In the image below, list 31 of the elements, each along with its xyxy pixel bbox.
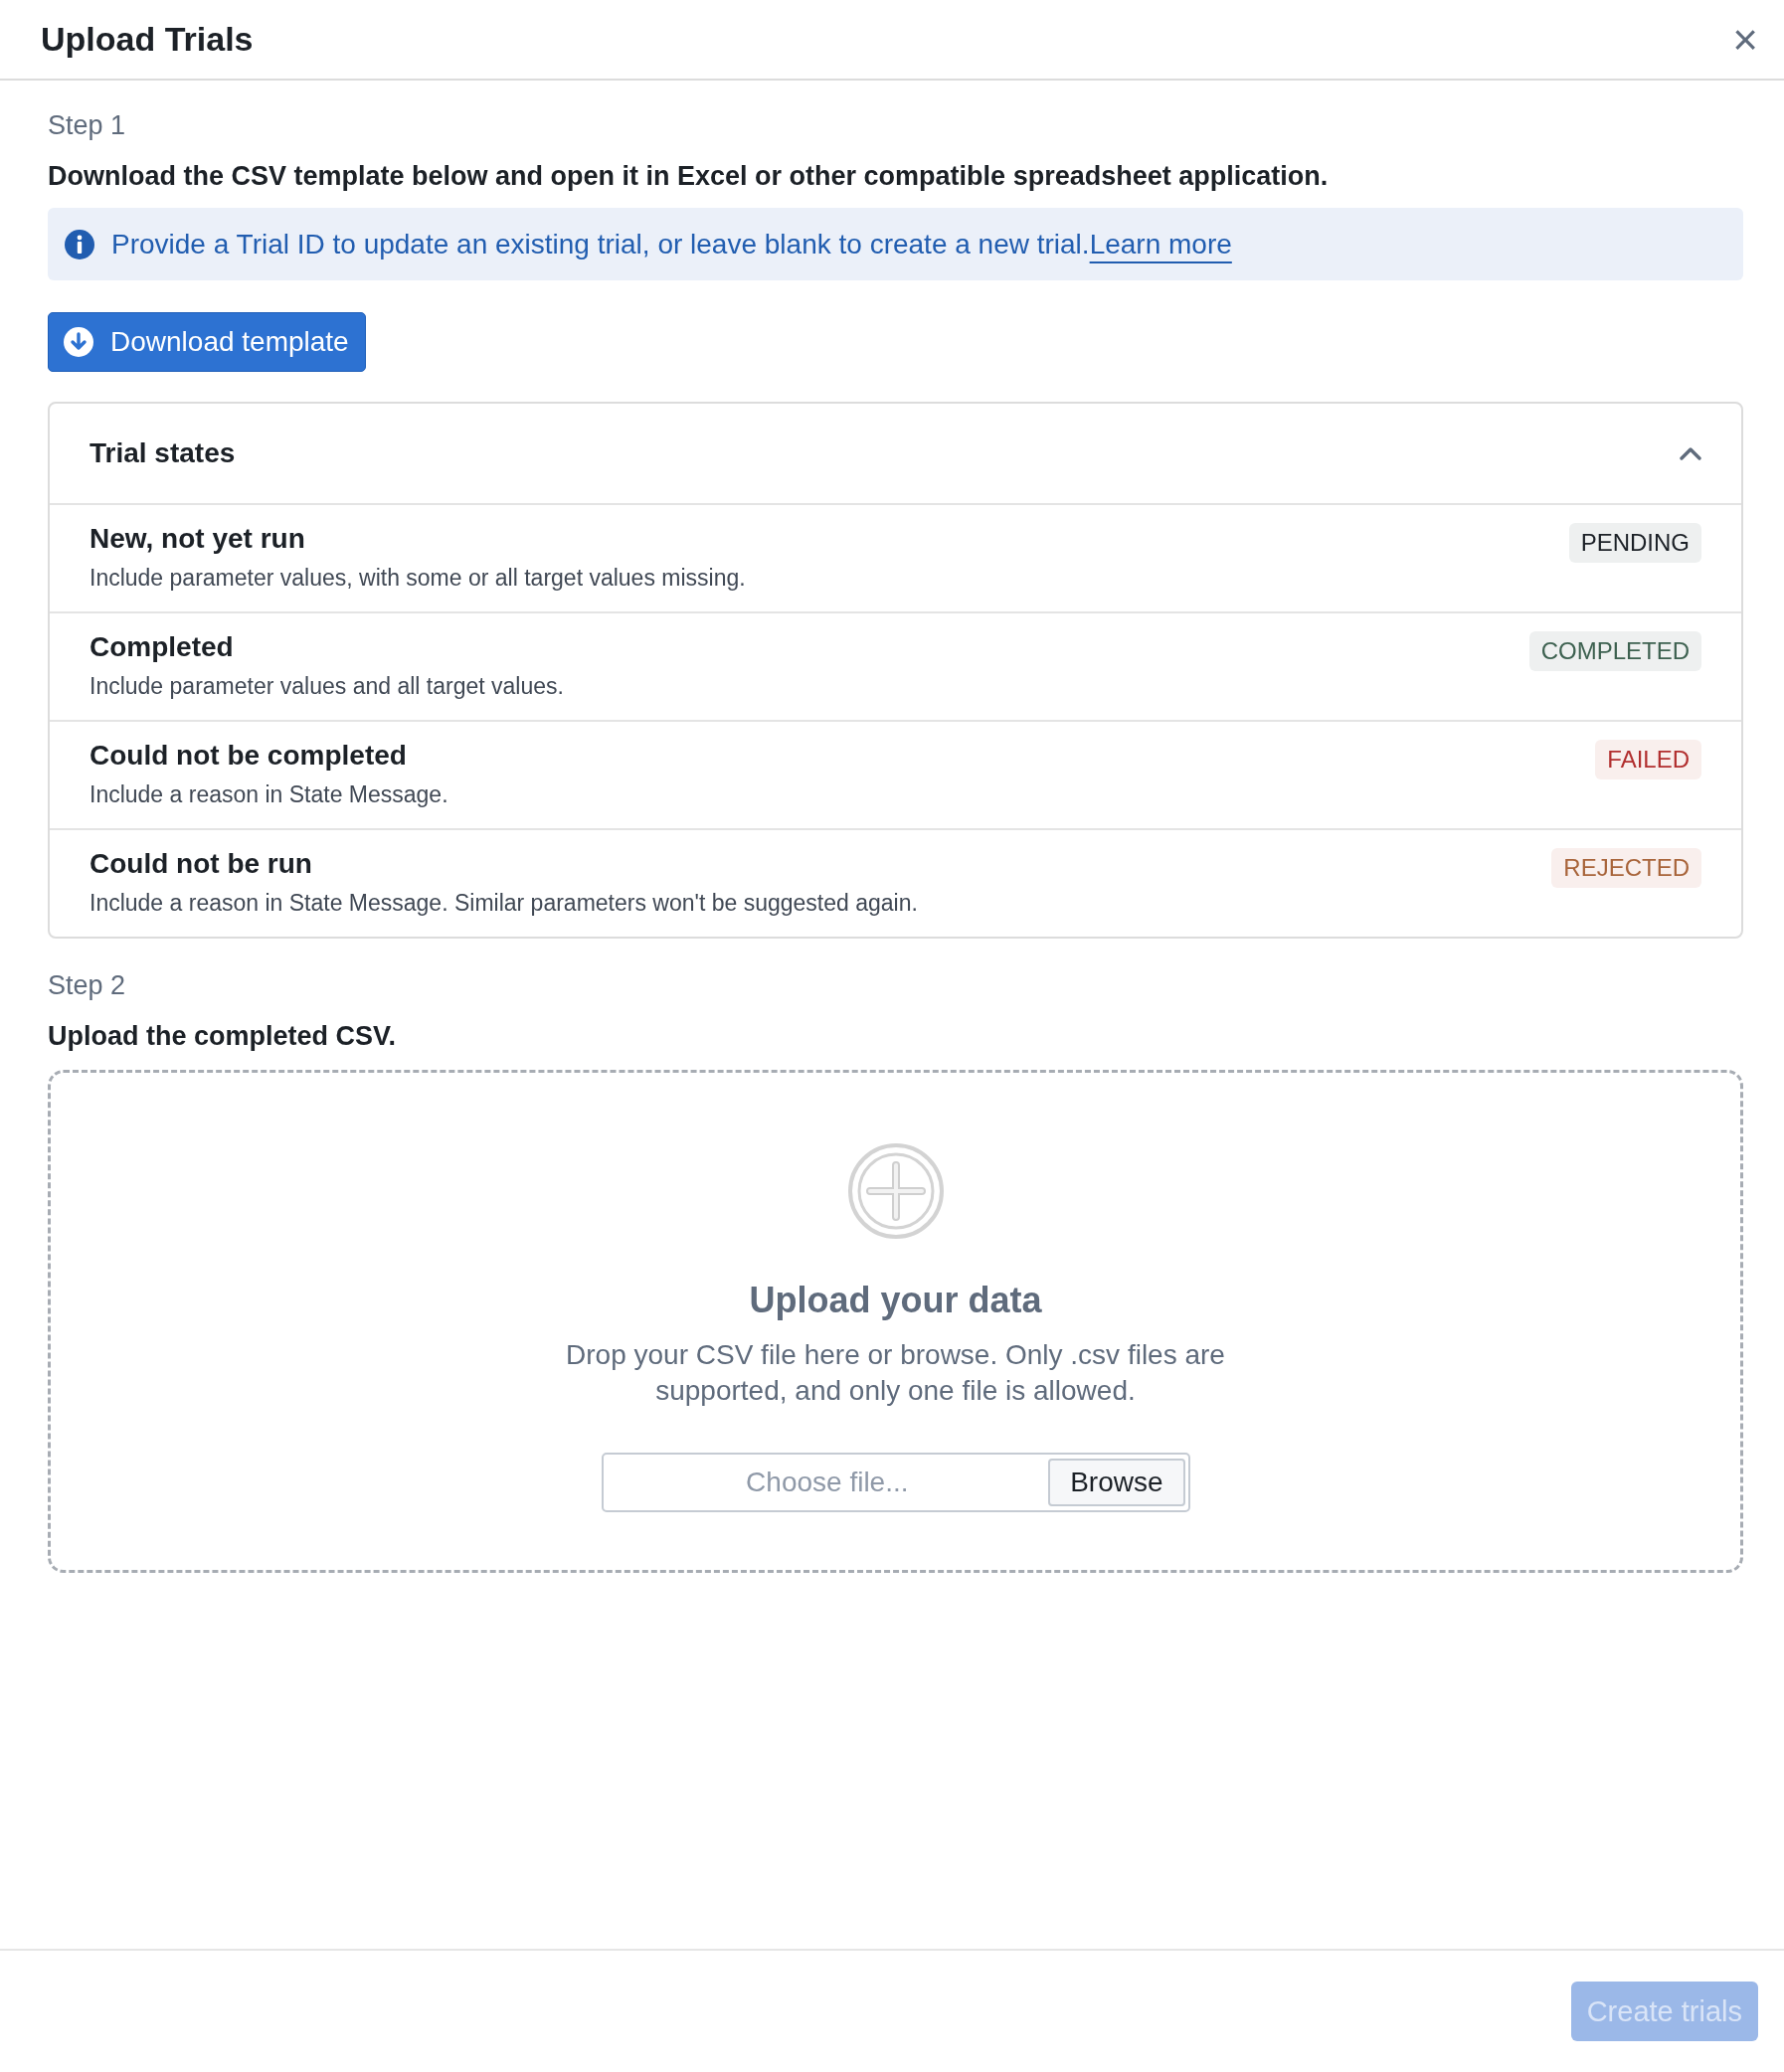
step-label: Step 2 — [48, 970, 127, 1001]
state-title: New, not yet run — [89, 523, 306, 555]
info-text: Provide a Trial ID to update an existing trial, or leave blank to create a new trial.Learn more — [111, 228, 1232, 260]
file-field[interactable]: Choose file... Browse — [601, 1453, 1190, 1512]
dialog-title: Upload Trials — [41, 20, 254, 59]
state-title: Completed — [89, 631, 235, 663]
download-icon — [63, 326, 94, 358]
trial-states-header[interactable]: Trial states — [50, 404, 1741, 503]
download-template-button[interactable]: Download template — [48, 312, 366, 372]
state-description: Include parameter values, with some or all target values missing. — [89, 565, 746, 592]
learn-more-link[interactable]: Learn more — [1089, 228, 1232, 259]
state-tag: COMPLETED — [1528, 631, 1701, 671]
state-description: Include a reason in State Message. Similar parameters won't be suggested again. — [89, 890, 918, 917]
state-tag: FAILED — [1595, 740, 1701, 779]
dropzone-title: Upload your data — [749, 1280, 1042, 1321]
info-icon — [64, 228, 95, 260]
state-tag: PENDING — [1568, 523, 1701, 563]
upload-dropzone[interactable]: Upload your data Drop your CSV file here or browse. Only .csv files are supported, and only one file is allowed. Choose file... Browse — [48, 1070, 1743, 1573]
step-label: Step 1 — [48, 110, 127, 141]
plus-circle-icon — [846, 1142, 945, 1240]
dropzone-text: Drop your CSV file here or browse. Only .csv files are supported, and only one file is allowed. — [565, 1338, 1226, 1408]
state-tag: REJECTED — [1551, 848, 1701, 888]
state-title: Could not be completed — [89, 740, 408, 772]
state-title: Could not be run — [89, 848, 313, 880]
chevron-icon — [1680, 446, 1701, 460]
close-button[interactable]: × — [1726, 17, 1764, 62]
step-instruction: Download the CSV template below and open it in Excel or other compatible spreadsheet application. — [48, 161, 1330, 192]
step-instruction: Upload the completed CSV. — [48, 1021, 398, 1052]
browse-button[interactable]: Browse — [1048, 1459, 1185, 1506]
state-description: Include a reason in State Message. — [89, 781, 448, 808]
state-description: Include parameter values and all target values. — [89, 673, 564, 700]
